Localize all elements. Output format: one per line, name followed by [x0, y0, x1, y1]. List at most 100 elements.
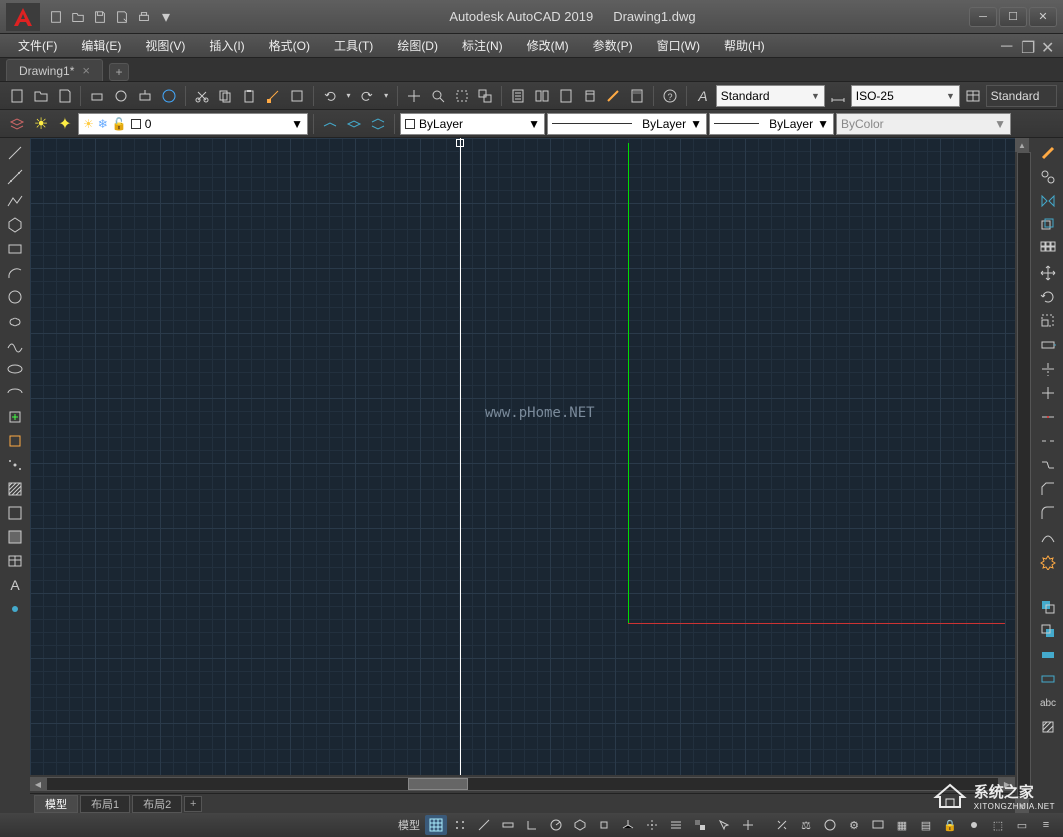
move-icon[interactable]	[1036, 262, 1060, 284]
maximize-button[interactable]: ☐	[999, 7, 1027, 27]
rectangle-icon[interactable]	[3, 238, 27, 260]
text-style-icon[interactable]: A	[692, 85, 714, 107]
make-block-icon[interactable]	[3, 430, 27, 452]
status-units-icon[interactable]: ▦	[891, 815, 913, 835]
new-file-tab[interactable]: +	[109, 63, 129, 81]
menu-tools[interactable]: 工具(T)	[322, 35, 385, 57]
status-workspace-icon[interactable]: ⚙	[843, 815, 865, 835]
rotate-icon[interactable]	[1036, 286, 1060, 308]
status-annoscale-icon[interactable]	[771, 815, 793, 835]
break-icon[interactable]	[1036, 430, 1060, 452]
tool-palette-icon[interactable]	[555, 85, 577, 107]
insert-block-icon[interactable]	[3, 406, 27, 428]
plot-preview-icon[interactable]	[110, 85, 132, 107]
doc-close-icon[interactable]: ✕	[1041, 38, 1057, 54]
construction-line-icon[interactable]	[3, 166, 27, 188]
status-gizmo-icon[interactable]	[737, 815, 759, 835]
zoom-icon[interactable]	[427, 85, 449, 107]
polyline-icon[interactable]	[3, 190, 27, 212]
mirror-icon[interactable]	[1036, 190, 1060, 212]
draworder-back-icon[interactable]	[1036, 620, 1060, 642]
redo-dropdown-icon[interactable]: ▾	[380, 85, 392, 107]
undo-icon[interactable]	[319, 85, 341, 107]
layout-tab-model[interactable]: 模型	[34, 795, 78, 813]
open-icon[interactable]	[68, 7, 88, 27]
hatch-back-icon[interactable]	[1036, 716, 1060, 738]
hatch-icon[interactable]	[3, 478, 27, 500]
extend-icon[interactable]	[1036, 382, 1060, 404]
layer-dropdown[interactable]: ☀❄ 🔓 0 ▼	[78, 113, 308, 135]
plotstyle-dropdown[interactable]: ByColor ▼	[836, 113, 1011, 135]
mtext-icon[interactable]: A	[3, 574, 27, 596]
menu-window[interactable]: 窗口(W)	[645, 35, 712, 57]
publish-icon[interactable]	[134, 85, 156, 107]
ellipse-arc-icon[interactable]	[3, 382, 27, 404]
trim-icon[interactable]	[1036, 358, 1060, 380]
dim-style-dropdown[interactable]: ISO-25▼	[851, 85, 960, 107]
doc-minimize-icon[interactable]: ─	[1001, 38, 1017, 54]
status-monitor-icon[interactable]	[867, 815, 889, 835]
table-icon[interactable]	[3, 550, 27, 572]
status-ortho-icon[interactable]	[521, 815, 543, 835]
h-scroll-thumb[interactable]	[408, 778, 468, 790]
save-icon[interactable]	[90, 7, 110, 27]
chamfer-icon[interactable]	[1036, 478, 1060, 500]
menu-format[interactable]: 格式(O)	[257, 35, 322, 57]
status-model-button[interactable]: 模型	[395, 815, 423, 835]
menu-help[interactable]: 帮助(H)	[712, 35, 777, 57]
menu-parametric[interactable]: 参数(P)	[581, 35, 645, 57]
table-style-dropdown[interactable]: Standard	[986, 85, 1057, 107]
close-button[interactable]: ✕	[1029, 7, 1057, 27]
erase-icon[interactable]	[1036, 142, 1060, 164]
menu-file[interactable]: 文件(F)	[6, 35, 69, 57]
paste-icon[interactable]	[238, 85, 260, 107]
revision-cloud-icon[interactable]	[3, 310, 27, 332]
text-style-dropdown[interactable]: Standard▼	[716, 85, 825, 107]
ellipse-icon[interactable]	[3, 358, 27, 380]
layout-tab-1[interactable]: 布局1	[80, 795, 130, 813]
copy-icon[interactable]	[214, 85, 236, 107]
doc-restore-icon[interactable]: ❐	[1021, 38, 1037, 54]
table-style-icon[interactable]	[962, 85, 984, 107]
scale-icon[interactable]	[1036, 310, 1060, 332]
arc-icon[interactable]	[3, 262, 27, 284]
stretch-icon[interactable]	[1036, 334, 1060, 356]
sheet-set-icon[interactable]	[579, 85, 601, 107]
text-front-icon[interactable]: abc	[1036, 692, 1060, 714]
status-dynamic-icon[interactable]	[497, 815, 519, 835]
layer-properties-icon[interactable]	[6, 113, 28, 135]
status-3dosnap-icon[interactable]	[617, 815, 639, 835]
status-selection-icon[interactable]	[713, 815, 735, 835]
status-hardware-icon[interactable]: ⬚	[987, 815, 1009, 835]
lineweight-dropdown[interactable]: ByLayer ▼	[709, 113, 834, 135]
plot-icon[interactable]	[86, 85, 108, 107]
pan-icon[interactable]	[403, 85, 425, 107]
layer-isolate-icon[interactable]: ✦	[54, 113, 76, 135]
markup-icon[interactable]	[603, 85, 625, 107]
undo-dropdown-icon[interactable]: ▾	[343, 85, 355, 107]
copy-object-icon[interactable]	[1036, 166, 1060, 188]
zoom-window-icon[interactable]	[451, 85, 473, 107]
design-center-icon[interactable]	[531, 85, 553, 107]
status-isolate-icon[interactable]	[963, 815, 985, 835]
draworder-under-icon[interactable]	[1036, 668, 1060, 690]
print-icon[interactable]	[134, 7, 154, 27]
zoom-previous-icon[interactable]	[475, 85, 497, 107]
block-editor-icon[interactable]	[286, 85, 308, 107]
status-clean-icon[interactable]: ▭	[1011, 815, 1033, 835]
status-snap-icon[interactable]	[449, 815, 471, 835]
line-icon[interactable]	[3, 142, 27, 164]
save-file-icon[interactable]	[54, 85, 76, 107]
point-icon[interactable]	[3, 454, 27, 476]
scroll-up-icon[interactable]: ▲	[1015, 138, 1029, 152]
status-iso-icon[interactable]	[569, 815, 591, 835]
layer-previous-icon[interactable]	[343, 113, 365, 135]
status-customize-icon[interactable]: ≡	[1035, 815, 1057, 835]
spline-icon[interactable]	[3, 334, 27, 356]
fillet-icon[interactable]	[1036, 502, 1060, 524]
drawing-canvas[interactable]: www.pHome.NET	[30, 138, 1015, 775]
menu-insert[interactable]: 插入(I)	[197, 35, 256, 57]
help-icon[interactable]: ?	[659, 85, 681, 107]
menu-draw[interactable]: 绘图(D)	[385, 35, 450, 57]
explode-icon[interactable]	[1036, 550, 1060, 572]
